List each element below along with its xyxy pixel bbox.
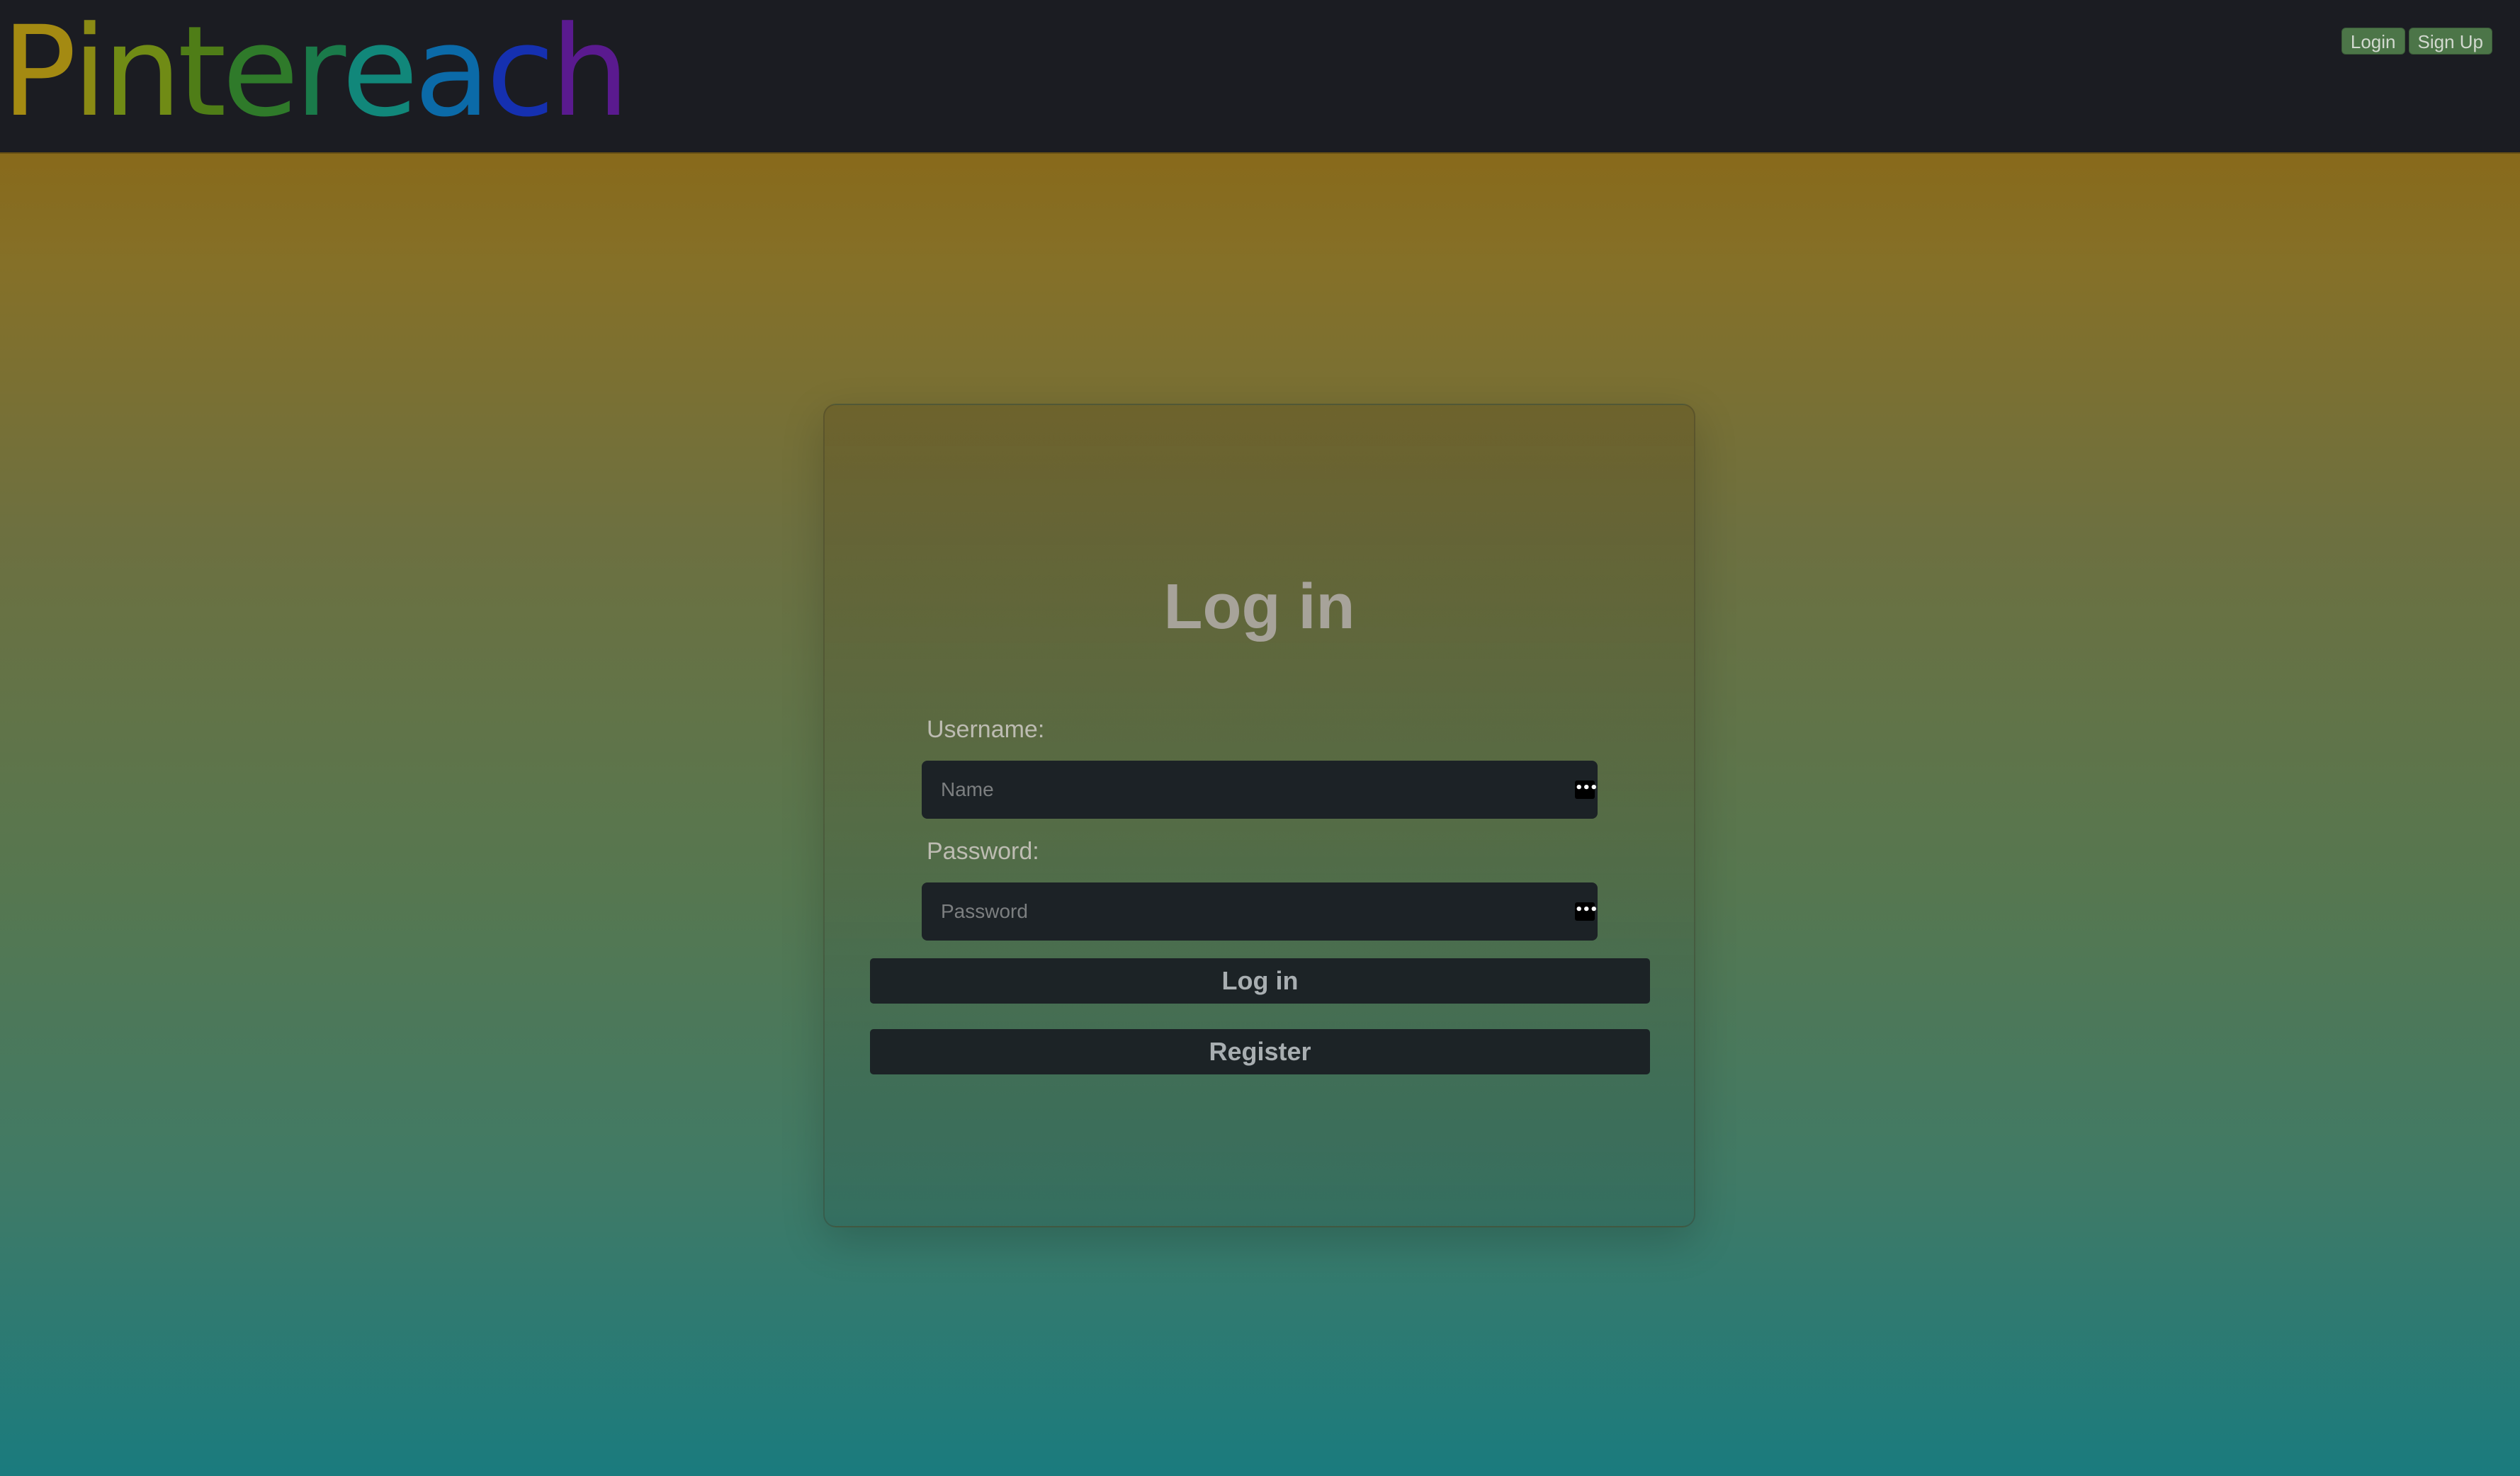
password-label: Password: [927, 838, 1039, 865]
logo-letter: t [177, 0, 227, 144]
login-submit-button[interactable]: Log in [870, 958, 1650, 1004]
logo-letter: P [1, 0, 77, 144]
logo-letter: e [341, 0, 418, 144]
nav-login-button[interactable]: Login [2341, 28, 2405, 55]
nav-buttons: Login Sign Up [2341, 28, 2492, 55]
logo-letter: h [550, 0, 630, 144]
top-navbar: Pintereach Login Sign Up [0, 0, 2520, 152]
password-input[interactable] [922, 882, 1598, 941]
logo-letter: r [294, 0, 346, 144]
login-title: Log in [1163, 572, 1355, 642]
register-button[interactable]: Register [870, 1029, 1650, 1074]
username-field-wrapper: ••• [922, 761, 1598, 819]
logo-letter: a [414, 0, 491, 144]
password-field-wrapper: ••• [922, 882, 1598, 941]
logo-letter: n [103, 0, 182, 144]
logo-letter: i [72, 0, 107, 144]
logo-letter: c [486, 0, 555, 144]
password-manager-icon[interactable]: ••• [1575, 902, 1598, 921]
nav-signup-button[interactable]: Sign Up [2408, 28, 2492, 55]
logo-letter: e [222, 0, 299, 144]
username-input[interactable] [922, 761, 1598, 819]
login-card: Log in Username: ••• Password: ••• Log i… [823, 404, 1695, 1227]
username-label: Username: [927, 716, 1045, 743]
pintereach-logo[interactable]: Pintereach [1, 0, 630, 144]
password-manager-icon[interactable]: ••• [1575, 780, 1598, 799]
